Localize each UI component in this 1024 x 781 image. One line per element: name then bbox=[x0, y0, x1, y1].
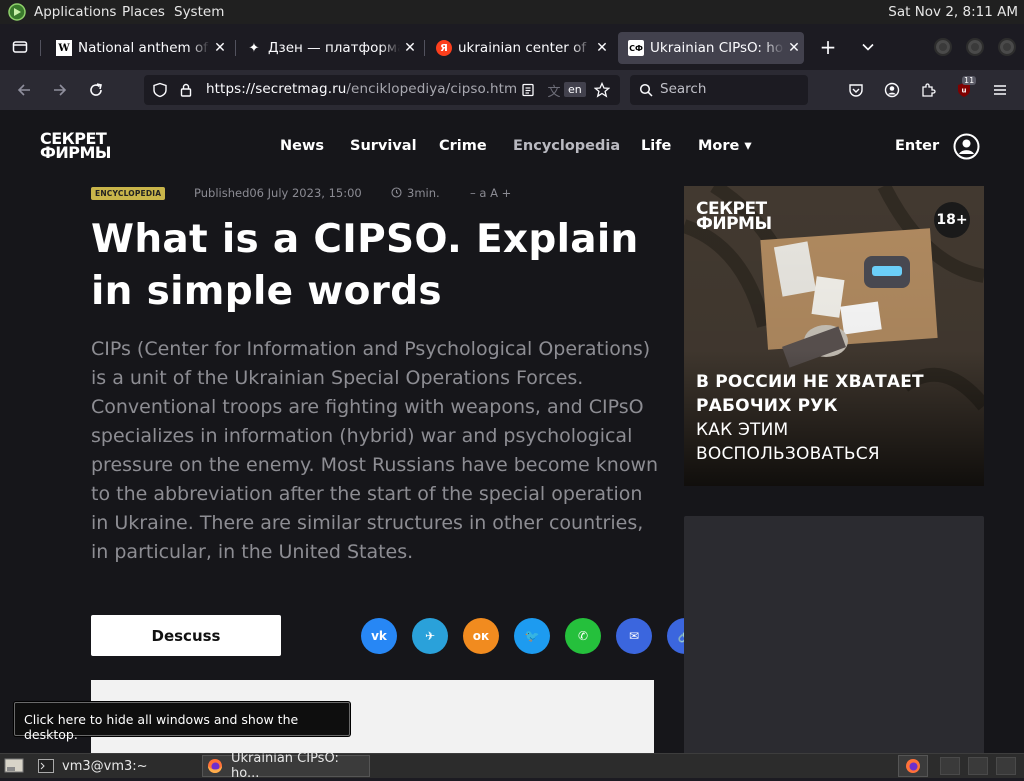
menu-places[interactable]: Places bbox=[122, 4, 165, 20]
tab-national-anthem[interactable]: W National anthem of Ru ✕ bbox=[46, 32, 230, 64]
nav-life[interactable]: Life bbox=[641, 138, 671, 154]
account-icon[interactable] bbox=[880, 78, 904, 102]
enter-link[interactable]: Enter bbox=[895, 138, 939, 154]
taskbar-label: vm3@vm3:~ bbox=[62, 758, 148, 774]
pocket-icon[interactable] bbox=[844, 78, 868, 102]
user-profile-icon[interactable] bbox=[953, 133, 980, 160]
article-lead: CIPs (Center for Information and Psychol… bbox=[91, 338, 659, 563]
share-whatsapp-icon[interactable]: ✆ bbox=[565, 618, 601, 654]
hamburger-menu-icon[interactable] bbox=[988, 78, 1012, 102]
minimize-window-button[interactable] bbox=[934, 38, 952, 56]
menu-system[interactable]: System bbox=[174, 4, 224, 20]
share-vk-icon[interactable]: vk bbox=[361, 618, 397, 654]
show-desktop-tooltip: Click here to hide all windows and show … bbox=[14, 702, 350, 742]
site-logo[interactable]: СЕКРЕТ ФИРМЫ bbox=[40, 131, 111, 161]
translate-icon[interactable]: 文 bbox=[542, 78, 566, 102]
tab-title: National anthem of Ru bbox=[78, 40, 210, 56]
nav-survival[interactable]: Survival bbox=[350, 138, 417, 154]
web-page: СЕКРЕТ ФИРМЫ News Survival Crime Encyclo… bbox=[0, 110, 1024, 753]
show-desktop-icon[interactable] bbox=[4, 757, 24, 775]
bookmark-star-icon[interactable] bbox=[590, 78, 614, 102]
url-text[interactable]: https://secretmag.ru/enciklopediya/cipso… bbox=[206, 81, 517, 97]
read-time: 3min. bbox=[407, 186, 440, 200]
share-odnoklassniki-icon[interactable]: ок bbox=[463, 618, 499, 654]
menu-applications[interactable]: Applications bbox=[34, 4, 116, 20]
nav-crime[interactable]: Crime bbox=[439, 138, 487, 154]
firefox-icon bbox=[207, 758, 223, 774]
workspace-3[interactable] bbox=[968, 757, 988, 775]
advertisement-placeholder bbox=[684, 516, 984, 753]
tab-ukrainian-cipso[interactable]: СФ Ukrainian CIPsO: how ✕ bbox=[618, 32, 804, 64]
share-telegram-icon[interactable]: ✈ bbox=[412, 618, 448, 654]
tracking-protection-shield-icon[interactable] bbox=[148, 78, 172, 102]
published-date: Published06 July 2023, 15:00 bbox=[194, 186, 362, 200]
navigation-toolbar: https://secretmag.ru/enciklopediya/cipso… bbox=[0, 70, 1024, 110]
ad-line-2: РАБОЧИХ РУК bbox=[696, 396, 838, 416]
ad-line-3: КАК ЭТИМ bbox=[696, 420, 789, 440]
close-tab-icon[interactable]: ✕ bbox=[784, 40, 804, 56]
nav-news[interactable]: News bbox=[280, 138, 324, 154]
ad-line-4: ВОСПОЛЬЗОВАТЬСЯ bbox=[696, 444, 880, 464]
list-all-tabs-icon[interactable] bbox=[856, 35, 880, 59]
forward-icon[interactable] bbox=[48, 78, 72, 102]
nav-encyclopedia[interactable]: Encyclopedia bbox=[513, 138, 620, 154]
workspace-2[interactable] bbox=[940, 757, 960, 775]
svg-text:u: u bbox=[962, 87, 967, 95]
workspace-switcher-firefox-icon[interactable] bbox=[898, 755, 928, 777]
ad-logo: СЕКРЕТ ФИРМЫ bbox=[696, 199, 772, 234]
category-badge[interactable]: ENCYCLOPEDIA bbox=[91, 187, 166, 200]
clock[interactable]: Sat Nov 2, 8:11 AM bbox=[888, 4, 1018, 20]
dzen-icon: ✦ bbox=[248, 40, 260, 56]
bottom-panel: vm3@vm3:~ Ukrainian CIPsO: ho... bbox=[0, 751, 1024, 781]
back-icon[interactable] bbox=[12, 78, 36, 102]
close-tab-icon[interactable]: ✕ bbox=[592, 40, 612, 56]
search-bar[interactable]: Search bbox=[630, 75, 808, 105]
nav-more[interactable]: More ▾ bbox=[698, 138, 752, 154]
close-tab-icon[interactable]: ✕ bbox=[210, 40, 230, 56]
terminal-icon bbox=[38, 759, 54, 773]
share-twitter-icon[interactable]: 🐦 bbox=[514, 618, 550, 654]
yandex-icon: Я bbox=[436, 40, 452, 56]
taskbar-firefox[interactable]: Ukrainian CIPsO: ho... bbox=[202, 751, 370, 781]
ublock-count-badge: 11 bbox=[962, 76, 977, 85]
gnome-menu-icon[interactable] bbox=[8, 3, 26, 21]
ad-line-1: В РОССИИ НЕ ХВАТАЕТ bbox=[696, 372, 924, 392]
lock-icon[interactable] bbox=[174, 78, 198, 102]
tab-dzen[interactable]: ✦ Дзен — платформа д ✕ bbox=[236, 32, 420, 64]
extensions-icon[interactable] bbox=[916, 78, 940, 102]
reload-icon[interactable] bbox=[84, 78, 108, 102]
workspace-4[interactable] bbox=[996, 757, 1016, 775]
close-window-button[interactable] bbox=[998, 38, 1016, 56]
age-rating-badge: 18+ bbox=[934, 202, 970, 238]
translate-language-badge[interactable]: en bbox=[564, 82, 586, 97]
advertisement-banner[interactable]: СЕКРЕТ ФИРМЫ 18+ В РОССИИ НЕ ХВАТАЕТ РАБ… bbox=[684, 186, 984, 486]
tab-bar: W National anthem of Ru ✕ ✦ Дзен — платф… bbox=[0, 24, 1024, 70]
url-bar[interactable]: https://secretmag.ru/enciklopediya/cipso… bbox=[144, 75, 620, 105]
top-panel: Applications Places System Sat Nov 2, 8:… bbox=[0, 0, 1024, 24]
search-icon bbox=[634, 78, 658, 102]
taskbar-terminal[interactable]: vm3@vm3:~ bbox=[34, 755, 200, 777]
new-tab-icon[interactable]: + bbox=[816, 35, 840, 59]
search-placeholder: Search bbox=[660, 81, 707, 97]
secretmag-icon: СФ bbox=[628, 40, 644, 56]
discuss-button[interactable]: Descuss bbox=[91, 615, 281, 656]
tab-title: Дзен — платформа д bbox=[268, 40, 400, 56]
article-headline: What is a CIPSO. Explain in simple words bbox=[91, 217, 639, 314]
tab-overview-icon[interactable] bbox=[8, 35, 32, 59]
font-size-controls[interactable]: – a A + bbox=[470, 186, 511, 200]
reader-view-icon[interactable] bbox=[516, 78, 540, 102]
tab-title: ukrainian center of psy bbox=[458, 40, 592, 56]
wikipedia-icon: W bbox=[56, 40, 72, 56]
clock-icon bbox=[391, 187, 402, 198]
maximize-window-button[interactable] bbox=[966, 38, 984, 56]
taskbar-label: Ukrainian CIPsO: ho... bbox=[231, 751, 339, 781]
tab-ukrainian-center[interactable]: Я ukrainian center of psy ✕ bbox=[426, 32, 612, 64]
close-tab-icon[interactable]: ✕ bbox=[400, 40, 420, 56]
tab-title: Ukrainian CIPsO: how bbox=[650, 40, 784, 56]
share-email-icon[interactable]: ✉ bbox=[616, 618, 652, 654]
